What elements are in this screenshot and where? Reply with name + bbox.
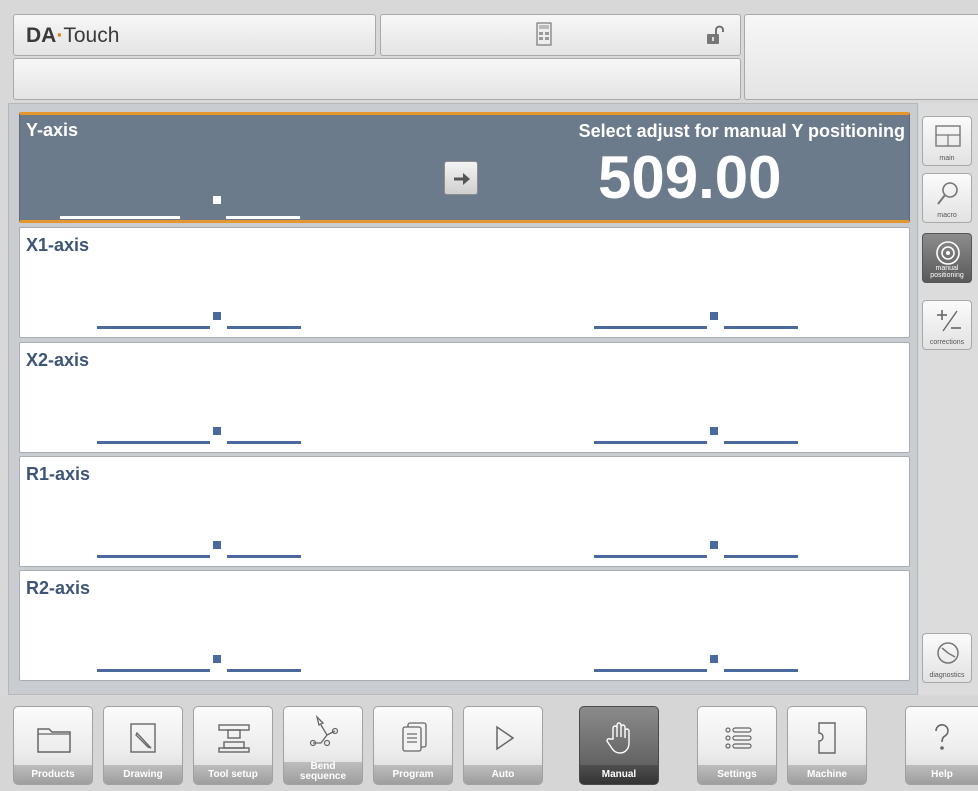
machine-icon bbox=[818, 722, 836, 754]
help-icon bbox=[935, 724, 949, 750]
nav-drawing-button[interactable]: Drawing bbox=[103, 706, 183, 785]
arrow-right-icon bbox=[454, 173, 470, 185]
nav-tool-setup-button[interactable]: Tool setup bbox=[193, 706, 273, 785]
y-axis-indicator bbox=[60, 196, 300, 219]
x2-axis-indicator-left bbox=[97, 427, 301, 444]
macro-button[interactable]: macro bbox=[922, 173, 972, 223]
folder-icon bbox=[37, 728, 71, 753]
y-axis-message: Select adjust for manual Y positioning bbox=[578, 121, 905, 141]
nav-products-button[interactable]: Products bbox=[13, 706, 93, 785]
nav-tool-setup-label: Tool setup bbox=[194, 765, 272, 784]
nav-program-button[interactable]: Program bbox=[373, 706, 453, 785]
message-bar bbox=[13, 58, 741, 100]
x1-axis-panel[interactable]: X1-axis bbox=[19, 227, 910, 338]
program-icon bbox=[402, 722, 427, 752]
main-label: main bbox=[939, 155, 955, 162]
nav-manual-button[interactable]: Manual bbox=[579, 706, 659, 785]
play-icon bbox=[496, 725, 515, 751]
nav-bend-sequence-button[interactable]: Bend sequence bbox=[283, 706, 363, 785]
pencil-icon bbox=[130, 723, 156, 753]
nav-machine-label: Machine bbox=[788, 765, 866, 784]
nav-machine-button[interactable]: Machine bbox=[787, 706, 867, 785]
list-settings-icon bbox=[725, 727, 752, 749]
y-axis-title: Y-axis bbox=[26, 120, 79, 140]
nav-auto-button[interactable]: Auto bbox=[463, 706, 543, 785]
x1-axis-indicator-right bbox=[594, 312, 798, 329]
x2-axis-indicator-right bbox=[594, 427, 798, 444]
nav-program-label: Program bbox=[374, 765, 452, 784]
manual-positioning-label: manual positioning bbox=[930, 265, 964, 279]
nav-settings-button[interactable]: Settings bbox=[697, 706, 777, 785]
r1-axis-indicator-left bbox=[97, 541, 301, 558]
brand-logo: DA·Touch bbox=[26, 24, 120, 47]
main-layout-icon bbox=[935, 125, 961, 147]
nav-bend-sequence-label: Bend sequence bbox=[284, 762, 362, 784]
brand-bold: DA bbox=[26, 24, 57, 47]
gauge-icon bbox=[937, 642, 959, 664]
handwheel-icon bbox=[936, 241, 960, 265]
x1-axis-indicator-left bbox=[97, 312, 301, 329]
unlock-icon[interactable] bbox=[706, 25, 724, 45]
r2-axis-indicator-left bbox=[97, 655, 301, 672]
brand-name: Touch bbox=[63, 24, 120, 47]
manual-positioning-button[interactable]: manual positioning bbox=[922, 233, 972, 283]
nav-help-label: Help bbox=[906, 765, 978, 784]
adjust-button[interactable] bbox=[444, 161, 478, 195]
tool-setup-icon bbox=[218, 724, 250, 753]
nav-drawing-label: Drawing bbox=[104, 765, 182, 784]
main-button[interactable]: main bbox=[922, 116, 972, 166]
r2-axis-title: R2-axis bbox=[26, 578, 91, 598]
status-bar bbox=[380, 14, 741, 56]
r2-axis-panel[interactable]: R2-axis bbox=[19, 570, 910, 681]
r1-axis-title: R1-axis bbox=[26, 464, 91, 484]
y-axis-panel[interactable]: Y-axis Select adjust for manual Y positi… bbox=[19, 112, 910, 223]
nav-bend-sequence-label-line2: sequence bbox=[299, 771, 347, 782]
r1-axis-indicator-right bbox=[594, 541, 798, 558]
r2-axis-indicator-right bbox=[594, 655, 798, 672]
nav-help-button[interactable]: Help bbox=[905, 706, 978, 785]
x2-axis-title: X2-axis bbox=[26, 350, 90, 370]
r1-axis-panel[interactable]: R1-axis bbox=[19, 456, 910, 567]
bend-sequence-icon bbox=[309, 714, 339, 747]
diagnostics-label: diagnostics bbox=[929, 672, 965, 679]
corrections-button[interactable]: corrections bbox=[922, 300, 972, 350]
nav-manual-label: Manual bbox=[580, 765, 658, 784]
magnifier-icon bbox=[937, 182, 958, 205]
y-axis-value: 509.00 bbox=[598, 144, 782, 211]
plus-minus-icon bbox=[937, 310, 961, 332]
corrections-label: corrections bbox=[929, 339, 965, 346]
macro-label: macro bbox=[937, 212, 957, 219]
x1-axis-title: X1-axis bbox=[26, 235, 90, 255]
nav-auto-label: Auto bbox=[464, 765, 542, 784]
header-right-panel bbox=[744, 14, 978, 100]
hand-icon bbox=[606, 722, 630, 754]
diagnostics-button[interactable]: diagnostics bbox=[922, 633, 972, 683]
calculator-icon[interactable] bbox=[536, 22, 552, 46]
brand-bar: DA·Touch bbox=[13, 14, 376, 56]
nav-products-label: Products bbox=[14, 765, 92, 784]
x2-axis-panel[interactable]: X2-axis bbox=[19, 342, 910, 453]
nav-settings-label: Settings bbox=[698, 765, 776, 784]
